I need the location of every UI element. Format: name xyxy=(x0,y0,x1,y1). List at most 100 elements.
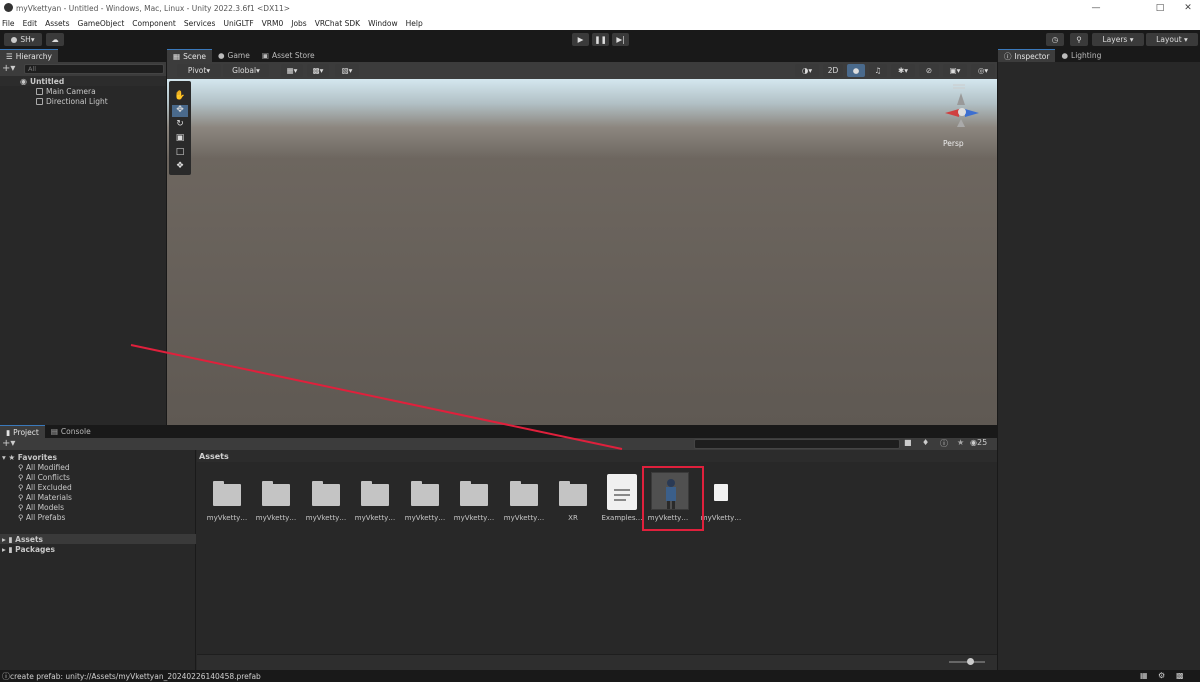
move-tool-icon[interactable]: ✥ xyxy=(172,105,188,117)
hierarchy-item-label: Directional Light xyxy=(46,96,108,106)
hierarchy-item-main-camera[interactable]: Main Camera xyxy=(0,86,96,96)
add-icon[interactable]: +▾ xyxy=(2,63,15,74)
orientation-gizmo-icon[interactable] xyxy=(939,81,991,131)
hand-tool-icon[interactable]: ✋ xyxy=(172,91,188,103)
camera-icon[interactable]: ▣▾ xyxy=(943,64,967,77)
project-search-input[interactable] xyxy=(694,439,900,449)
create-icon[interactable]: +▾ xyxy=(2,438,15,449)
icon-size-slider-handle[interactable] xyxy=(967,658,974,665)
favorite-item[interactable]: ⚲ All Models xyxy=(0,502,64,512)
menu-jobs[interactable]: Jobs xyxy=(291,19,306,28)
asset-folder-xr[interactable]: XR xyxy=(550,470,596,528)
tab-inspector[interactable]: ⓘ Inspector xyxy=(998,49,1056,62)
audio-toggle-icon[interactable]: ♫ xyxy=(869,64,887,77)
search-icon[interactable]: ⚲ xyxy=(1070,33,1088,46)
folder-icon: ▮ xyxy=(8,544,13,554)
filter-type-icon[interactable]: ■ xyxy=(904,438,912,447)
favorite-item[interactable]: ⚲ All Excluded xyxy=(0,482,72,492)
tab-lighting[interactable]: ● Lighting xyxy=(1055,49,1107,62)
scene-tabbar: ▦ Scene ● Game ▣ Asset Store xyxy=(167,49,997,62)
project-tree: ▾ ★ Favorites ⚲ All Modified ⚲ All Confl… xyxy=(0,450,196,670)
tab-console[interactable]: ▤ Console xyxy=(45,425,97,438)
asset-folder[interactable]: myVketty… xyxy=(501,470,547,528)
favorite-star-icon[interactable]: ★ xyxy=(957,438,964,447)
scene-viewport[interactable]: ✋ ✥ ↻ ▣ □ ❖ Persp xyxy=(167,79,997,425)
status-message[interactable]: create prefab: unity://Assets/myVkettyan… xyxy=(10,672,261,681)
menu-edit[interactable]: Edit xyxy=(23,19,38,28)
tree-item-assets[interactable]: ▸ ▮ Assets xyxy=(0,534,196,544)
favorite-item[interactable]: ⚲ All Conflicts xyxy=(0,472,70,482)
gizmos-icon[interactable]: ◎▾ xyxy=(971,64,995,77)
menu-file[interactable]: File xyxy=(2,19,15,28)
play-button[interactable]: ▶ xyxy=(572,33,589,46)
tab-asset-store[interactable]: ▣ Asset Store xyxy=(256,49,321,62)
hierarchy-search-input[interactable]: All xyxy=(24,64,164,74)
menu-window[interactable]: Window xyxy=(368,19,398,28)
tool-palette: ✋ ✥ ↻ ▣ □ ❖ xyxy=(169,81,191,175)
tab-game[interactable]: ● Game xyxy=(212,49,256,62)
hidden-packages-count[interactable]: ◉25 xyxy=(970,438,987,447)
mode-2d-toggle[interactable]: 2D xyxy=(823,64,843,77)
debug-icon[interactable]: ⚙ xyxy=(1158,671,1165,680)
menu-gameobject[interactable]: GameObject xyxy=(78,19,125,28)
lighting-toggle-icon[interactable]: ● xyxy=(847,64,865,77)
tree-item-label: Packages xyxy=(15,544,55,554)
cache-icon[interactable]: ▩ xyxy=(1176,671,1184,680)
layers-dropdown[interactable]: Layers ▾ xyxy=(1092,33,1144,46)
menu-unigltf[interactable]: UniGLTF xyxy=(223,19,253,28)
account-icon xyxy=(11,36,18,43)
menu-vrchat-sdk[interactable]: VRChat SDK xyxy=(315,19,360,28)
effects-icon[interactable]: ✱▾ xyxy=(891,64,915,77)
menu-help[interactable]: Help xyxy=(406,19,423,28)
scene-root-row[interactable]: ◉ Untitled xyxy=(0,76,166,86)
pivot-dropdown[interactable]: Pivot ▾ xyxy=(177,64,221,77)
asset-folder[interactable]: myVketty… xyxy=(204,470,250,528)
align-icon[interactable]: ▧▾ xyxy=(335,64,359,77)
tab-scene[interactable]: ▦ Scene xyxy=(167,49,212,62)
transform-tool-icon[interactable]: ❖ xyxy=(172,161,188,173)
tab-hierarchy[interactable]: ☰ Hierarchy xyxy=(0,49,58,62)
favorite-item[interactable]: ⚲ All Materials xyxy=(0,492,72,502)
draw-mode-icon[interactable]: ◑▾ xyxy=(795,64,819,77)
asset-folder[interactable]: myVketty… xyxy=(253,470,299,528)
asset-folder[interactable]: myVketty… xyxy=(352,470,398,528)
pause-button[interactable]: ❚❚ xyxy=(592,33,609,46)
account-dropdown[interactable]: SH ▾ xyxy=(4,33,42,46)
auto-generate-icon[interactable]: ▦ xyxy=(1140,671,1148,680)
asset-prefab-selected[interactable]: myVketty… xyxy=(645,470,691,528)
hierarchy-item-directional-light[interactable]: Directional Light xyxy=(0,96,108,106)
tab-project[interactable]: ▮ Project xyxy=(0,425,45,438)
grid-snap-icon[interactable]: ▦▾ xyxy=(281,64,303,77)
minimize-icon[interactable]: — xyxy=(1080,0,1112,16)
persp-label[interactable]: Persp xyxy=(943,139,964,148)
favorite-item[interactable]: ⚲ All Modified xyxy=(0,462,70,472)
info-icon[interactable]: ⓘ xyxy=(940,438,948,449)
global-dropdown[interactable]: Global ▾ xyxy=(223,64,269,77)
asset-folder[interactable]: myVketty… xyxy=(451,470,497,528)
menu-services[interactable]: Services xyxy=(184,19,216,28)
tree-item-packages[interactable]: ▸ ▮ Packages xyxy=(0,544,55,554)
layout-dropdown[interactable]: Layout ▾ xyxy=(1146,33,1198,46)
close-icon[interactable]: ✕ xyxy=(1172,0,1200,16)
breadcrumb-assets[interactable]: Assets xyxy=(199,452,229,461)
step-button[interactable]: ▶| xyxy=(612,33,629,46)
scene-name: Untitled xyxy=(29,76,65,86)
rect-tool-icon[interactable]: □ xyxy=(172,147,188,159)
asset-folder[interactable]: myVketty… xyxy=(402,470,448,528)
rotate-tool-icon[interactable]: ↻ xyxy=(172,119,188,131)
menu-vrm0[interactable]: VRM0 xyxy=(262,19,284,28)
menu-component[interactable]: Component xyxy=(132,19,176,28)
snap-increment-icon[interactable]: ▩▾ xyxy=(307,64,329,77)
menu-assets[interactable]: Assets xyxy=(45,19,69,28)
visibility-icon[interactable]: ⊘ xyxy=(919,64,939,77)
cloud-icon[interactable]: ☁ xyxy=(46,33,64,46)
filter-label-icon[interactable]: ♦ xyxy=(922,438,929,447)
project-toolbar: +▾ ■ ♦ ⓘ ★ ◉25 xyxy=(0,438,997,450)
asset-document[interactable]: Examples… xyxy=(599,470,645,528)
scale-tool-icon[interactable]: ▣ xyxy=(172,133,188,145)
asset-file[interactable]: myVketty… xyxy=(698,470,744,528)
asset-folder[interactable]: myVketty… xyxy=(303,470,349,528)
history-icon[interactable]: ◷ xyxy=(1046,33,1064,46)
favorites-header[interactable]: ▾ ★ Favorites xyxy=(0,452,57,462)
favorite-item[interactable]: ⚲ All Prefabs xyxy=(0,512,65,522)
